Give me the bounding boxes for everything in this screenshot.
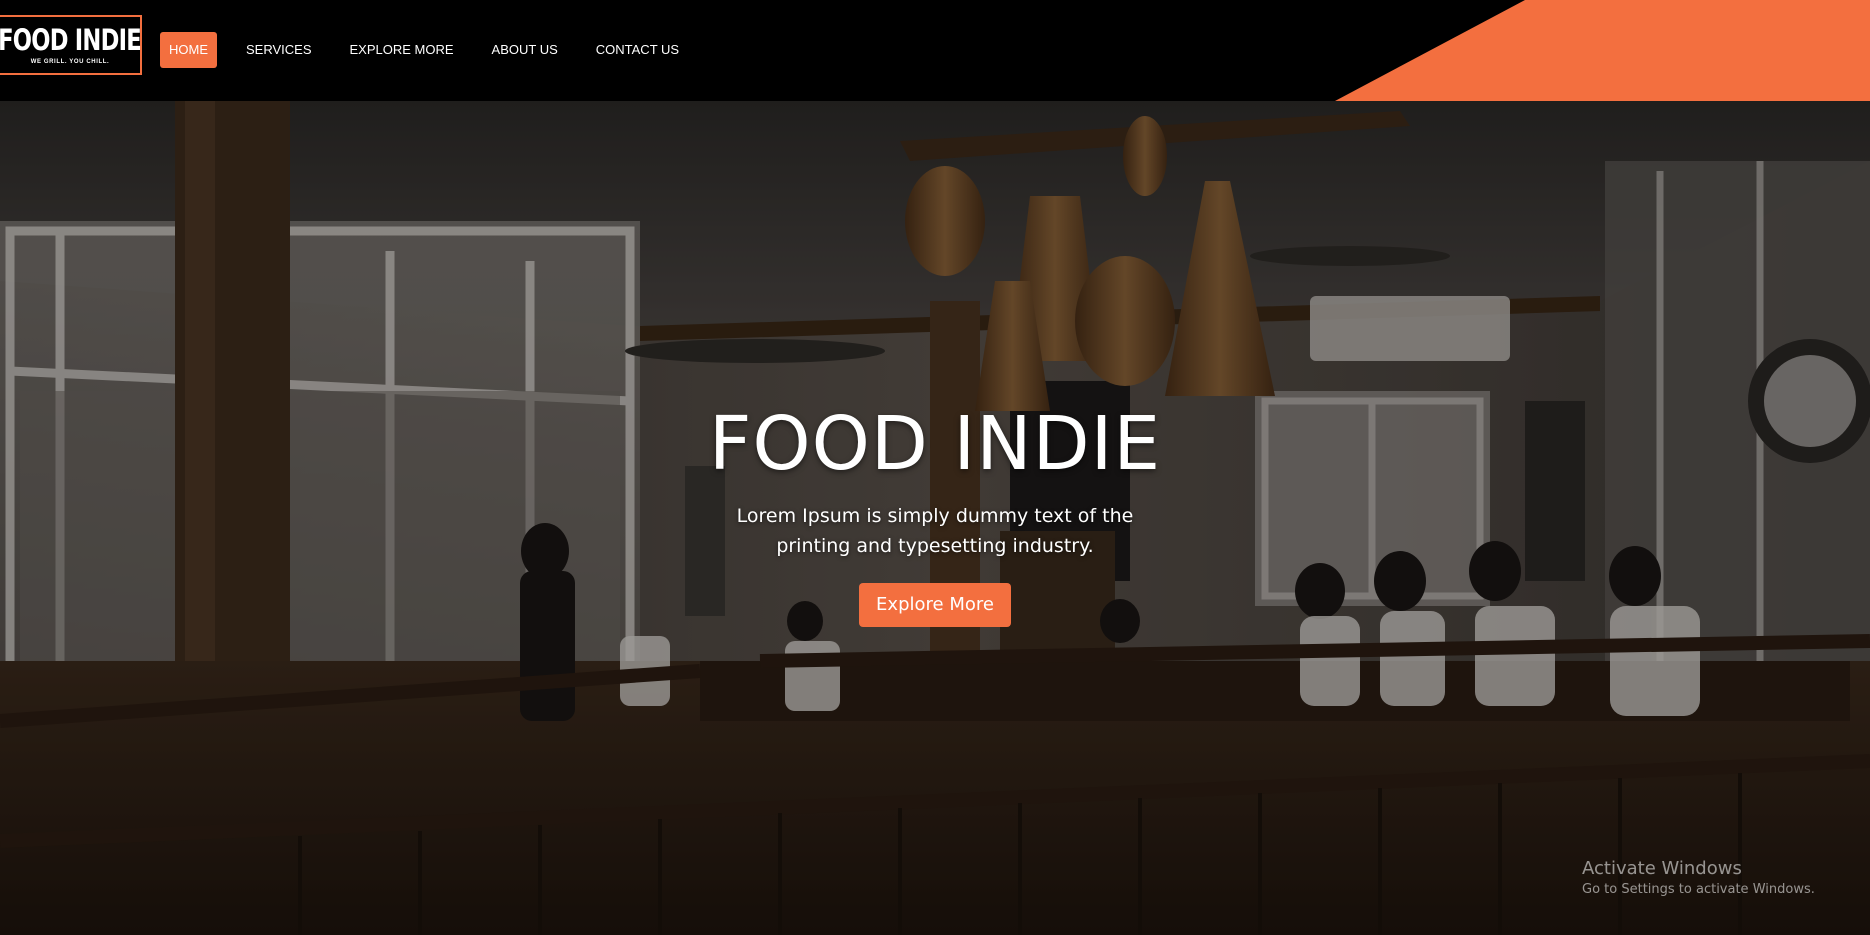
hero-subtitle: Lorem Ipsum is simply dummy text of the … — [736, 505, 1134, 557]
nav-link-explore-more[interactable]: EXPLORE MORE — [341, 32, 463, 68]
hero-section: FOOD INDIE Lorem Ipsum is simply dummy t… — [0, 101, 1870, 935]
navbar: FOOD INDIE WE GRILL. YOU CHILL. HOME SER… — [0, 0, 1870, 101]
nav-link-home[interactable]: HOME — [160, 32, 217, 68]
logo-tagline: WE GRILL. YOU CHILL. — [30, 59, 110, 65]
logo-title: FOOD INDIE — [0, 23, 142, 57]
explore-more-button[interactable]: Explore More — [859, 583, 1011, 627]
nav-item-about-us: ABOUT US — [483, 32, 567, 68]
nav-item-contact-us: CONTACT US — [587, 32, 688, 68]
nav-item-services: SERVICES — [237, 32, 321, 68]
logo[interactable]: FOOD INDIE WE GRILL. YOU CHILL. — [0, 15, 142, 75]
watermark-subtitle: Go to Settings to activate Windows. — [1582, 882, 1815, 897]
hero-content: FOOD INDIE Lorem Ipsum is simply dummy t… — [635, 401, 1235, 627]
page: FOOD INDIE WE GRILL. YOU CHILL. HOME SER… — [0, 0, 1870, 935]
nav-link-about-us[interactable]: ABOUT US — [483, 32, 567, 68]
nav-item-explore-more: EXPLORE MORE — [341, 32, 463, 68]
nav-menu: HOME SERVICES EXPLORE MORE ABOUT US CONT… — [160, 32, 708, 68]
hero-title: FOOD INDIE — [708, 401, 1162, 487]
nav-link-services[interactable]: SERVICES — [237, 32, 321, 68]
watermark-title: Activate Windows — [1582, 858, 1742, 879]
nav-item-home: HOME — [160, 32, 217, 68]
activate-windows-watermark: Activate Windows Go to Settings to activ… — [1582, 858, 1815, 900]
nav-link-contact-us[interactable]: CONTACT US — [587, 32, 688, 68]
